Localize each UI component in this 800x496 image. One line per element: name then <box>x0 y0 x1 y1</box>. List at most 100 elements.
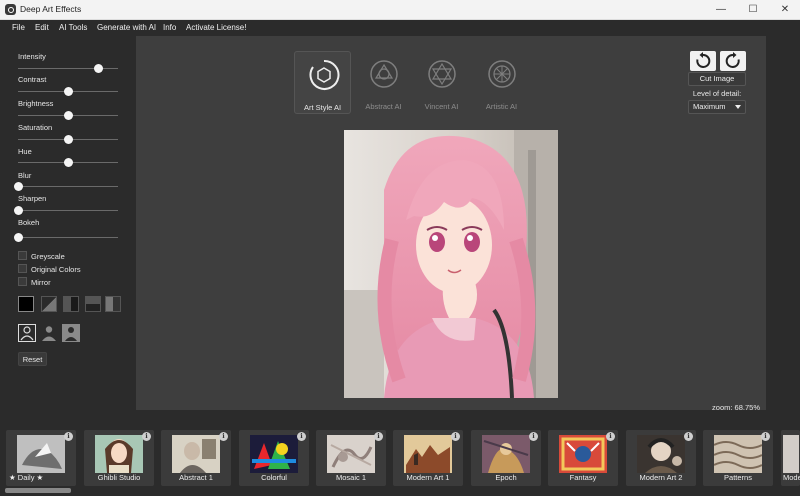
filter-label: Mode <box>783 473 800 482</box>
maximize-button[interactable]: ☐ <box>738 0 768 20</box>
level-of-detail-value: Maximum <box>693 102 726 111</box>
filter-mosaic-image <box>327 435 375 473</box>
filter-thumb[interactable]: i Abstract 1 <box>161 430 231 486</box>
bokeh-slider[interactable] <box>18 237 118 238</box>
menu-edit[interactable]: Edit <box>35 23 49 32</box>
vincent-ai-icon <box>428 60 456 88</box>
filter-thumb[interactable]: i Patterns <box>703 430 773 486</box>
zoom-readout: zoom: 68.75% <box>712 403 760 412</box>
info-icon[interactable]: i <box>761 432 770 441</box>
style-art-style-ai[interactable]: Art Style AI <box>294 51 351 114</box>
hue-label: Hue <box>18 147 32 156</box>
greyscale-label: Greyscale <box>31 252 65 261</box>
style-vincent-ai[interactable]: Vincent AI <box>413 51 470 114</box>
mask-split-swatch[interactable] <box>105 296 121 312</box>
info-icon[interactable]: i <box>451 432 460 441</box>
close-button[interactable]: ✕ <box>770 0 800 20</box>
mask-corner-swatch[interactable] <box>85 296 101 312</box>
sharpen-label: Sharpen <box>18 194 47 203</box>
info-icon[interactable]: i <box>64 432 73 441</box>
filter-ghibli-image <box>95 435 143 473</box>
menu-generate-with-ai[interactable]: Generate with AI <box>97 23 156 32</box>
blur-slider[interactable] <box>18 186 118 187</box>
mask-full-swatch[interactable] <box>18 296 34 312</box>
filter-thumb[interactable]: i ★ Daily ★ <box>6 430 76 486</box>
filter-label: Epoch <box>495 473 517 482</box>
info-icon[interactable]: i <box>529 432 538 441</box>
hue-slider-handle[interactable] <box>63 158 73 167</box>
title-bar: Deep Art Effects — ☐ ✕ <box>0 0 800 20</box>
menu-activate-license[interactable]: Activate License! <box>186 23 246 32</box>
minimize-button[interactable]: — <box>706 0 736 20</box>
bokeh-slider-handle[interactable] <box>13 233 23 242</box>
filter-thumb[interactable]: i Mosaic 1 <box>316 430 386 486</box>
blur-slider-handle[interactable] <box>13 182 23 191</box>
filter-label: Modern Art 2 <box>639 473 683 482</box>
vertical-scrollbar[interactable] <box>790 36 796 410</box>
greyscale-checkbox[interactable] <box>18 251 27 260</box>
level-of-detail-label: Level of detail: <box>692 89 742 98</box>
filter-thumb[interactable]: i Modern Art 1 <box>393 430 463 486</box>
chevron-down-icon <box>735 105 741 109</box>
filter-label: Abstract 1 <box>179 473 213 482</box>
rotate-right-icon <box>725 52 740 68</box>
app-logo-icon <box>5 4 16 15</box>
filter-thumb[interactable]: i Ghibli Studio <box>84 430 154 486</box>
info-icon[interactable]: i <box>606 432 615 441</box>
filter-fantasy-image <box>559 435 607 473</box>
filter-thumb[interactable]: i Epoch <box>471 430 541 486</box>
filter-label: Colorful <box>261 473 287 482</box>
sharpen-slider-handle[interactable] <box>13 206 23 215</box>
hexagon-ring-icon <box>309 59 340 90</box>
artistic-ai-icon <box>488 60 516 88</box>
filter-modern-art-1-image <box>404 435 452 473</box>
mirror-label: Mirror <box>31 278 51 287</box>
brightness-label: Brightness <box>18 99 54 108</box>
filter-thumb[interactable]: i Modern Art 2 <box>626 430 696 486</box>
reset-button[interactable]: Reset <box>18 352 47 366</box>
portrait-foreground-icon[interactable] <box>62 324 80 342</box>
filter-thumb[interactable]: Mode <box>781 430 800 486</box>
rotate-right-button[interactable] <box>720 51 746 71</box>
info-icon[interactable]: i <box>374 432 383 441</box>
filter-partial-image <box>783 435 799 473</box>
cut-image-button[interactable]: Cut Image <box>688 72 746 86</box>
info-icon[interactable]: i <box>297 432 306 441</box>
portrait-outline-icon[interactable] <box>18 324 36 342</box>
filter-colorful-image <box>250 435 298 473</box>
filter-label: Fantasy <box>569 473 597 482</box>
mirror-checkbox[interactable] <box>18 277 27 286</box>
filter-thumb[interactable]: i Colorful <box>239 430 309 486</box>
mask-diagonal-swatch[interactable] <box>41 296 57 312</box>
blur-label: Blur <box>18 171 32 180</box>
original-colors-label: Original Colors <box>31 265 81 274</box>
info-icon[interactable]: i <box>219 432 228 441</box>
intensity-slider-handle[interactable] <box>93 64 103 73</box>
filter-label: Ghibli Studio <box>97 473 141 482</box>
filter-strip-scrollbar[interactable] <box>5 488 71 493</box>
original-colors-checkbox[interactable] <box>18 264 27 273</box>
bokeh-label: Bokeh <box>18 218 40 227</box>
filter-epoch-image <box>482 435 530 473</box>
saturation-label: Saturation <box>18 123 53 132</box>
brightness-slider-handle[interactable] <box>63 111 73 120</box>
menu-ai-tools[interactable]: AI Tools <box>59 23 87 32</box>
info-icon[interactable]: i <box>684 432 693 441</box>
contrast-slider-handle[interactable] <box>63 87 73 96</box>
saturation-slider-handle[interactable] <box>63 135 73 144</box>
sharpen-slider[interactable] <box>18 210 118 211</box>
menu-bar: File Edit AI Tools Generate with AI Info… <box>0 20 800 36</box>
menu-file[interactable]: File <box>12 23 25 32</box>
rotate-left-button[interactable] <box>690 51 716 71</box>
intensity-label: Intensity <box>18 52 46 61</box>
mask-vertical-swatch[interactable] <box>63 296 79 312</box>
info-icon[interactable]: i <box>142 432 151 441</box>
style-artistic-ai[interactable]: Artistic AI <box>473 51 530 114</box>
style-abstract-ai[interactable]: Abstract AI <box>355 51 412 114</box>
intensity-slider[interactable] <box>18 68 118 69</box>
filter-thumb[interactable]: i Fantasy <box>548 430 618 486</box>
window-title: Deep Art Effects <box>20 4 82 14</box>
level-of-detail-select[interactable]: Maximum <box>688 100 746 114</box>
menu-info[interactable]: Info <box>163 23 176 32</box>
portrait-background-icon[interactable] <box>40 324 58 342</box>
